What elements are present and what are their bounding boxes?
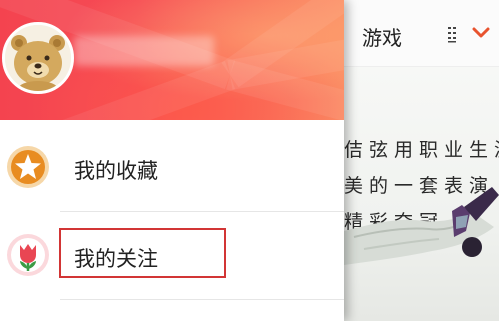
chevron-down-icon[interactable] (472, 25, 490, 41)
avatar[interactable] (2, 22, 74, 94)
skater-image (344, 187, 499, 265)
navigation-drawer: 我的收藏 我的关注 (0, 0, 344, 321)
highlight-box (59, 228, 226, 278)
menu-item-favorites[interactable]: 我的收藏 (0, 124, 344, 210)
screen: 游戏 佶弦用职业生涯 美的一套表演 精彩夺冠 (0, 0, 499, 321)
article-preview[interactable]: 佶弦用职业生涯 美的一套表演 精彩夺冠 (344, 67, 499, 321)
star-icon (7, 146, 49, 188)
divider (60, 299, 344, 300)
top-bar: 游戏 (344, 0, 499, 67)
tab-games[interactable]: 游戏 (362, 22, 402, 51)
tulip-icon (7, 234, 49, 276)
main-content: 游戏 佶弦用职业生涯 美的一套表演 精彩夺冠 (344, 0, 499, 321)
article-text-line-1: 佶弦用职业生涯 (344, 139, 499, 161)
menu-item-label: 我的收藏 (74, 159, 158, 183)
username-blurred (74, 36, 214, 66)
grid-menu-icon[interactable] (448, 27, 460, 43)
drawer-header (0, 0, 344, 120)
bear-avatar-icon (5, 25, 71, 91)
